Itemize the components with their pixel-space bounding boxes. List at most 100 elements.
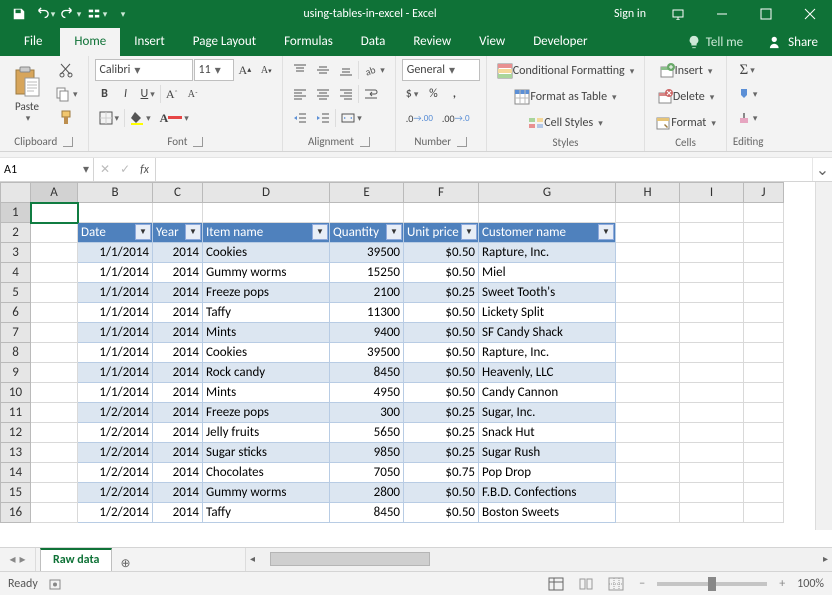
close-icon[interactable] [788,0,832,28]
cell-B8[interactable]: 1/1/2014 [78,343,153,363]
cell-H9[interactable] [616,363,680,383]
cell-A9[interactable] [31,363,78,383]
conditional-formatting-button[interactable]: Conditional Formatting▾ [493,59,638,83]
cell-J4[interactable] [744,263,784,283]
cell-I9[interactable] [680,363,744,383]
cell-B7[interactable]: 1/1/2014 [78,323,153,343]
cell-H2[interactable] [616,223,680,243]
tab-formulas[interactable]: Formulas [270,28,347,56]
cell-F5[interactable]: $0.25 [404,283,479,303]
col-header-E[interactable]: E [330,183,404,203]
cell-E9[interactable]: 8450 [330,363,404,383]
font-launcher-icon[interactable] [193,137,203,147]
enter-formula-icon[interactable]: ✓ [120,162,130,177]
col-header-C[interactable]: C [153,183,203,203]
cell-H1[interactable] [616,203,680,223]
increase-decimal-icon[interactable]: .0→.00 [402,107,437,129]
col-header-B[interactable]: B [78,183,153,203]
cell-E15[interactable]: 2800 [330,483,404,503]
cell-A12[interactable] [31,423,78,443]
cell-C12[interactable]: 2014 [153,423,203,443]
undo-icon[interactable]: ▾ [32,1,58,27]
cell-B12[interactable]: 1/2/2014 [78,423,153,443]
cell-F2[interactable]: Unit price▼ [404,223,479,243]
row-header-4[interactable]: 4 [1,263,31,283]
cell-I6[interactable] [680,303,744,323]
cell-F9[interactable]: $0.50 [404,363,479,383]
cell-F3[interactable]: $0.50 [404,243,479,263]
cell-C5[interactable]: 2014 [153,283,203,303]
cell-I7[interactable] [680,323,744,343]
cell-D13[interactable]: Sugar sticks [203,443,330,463]
cell-H15[interactable] [616,483,680,503]
share-button[interactable]: Share [755,35,832,50]
underline-button[interactable]: U▾ [137,83,159,105]
autosum-icon[interactable]: Σ▾ [733,59,762,81]
bold-button[interactable]: B [95,83,115,105]
cell-D8[interactable]: Cookies [203,343,330,363]
cell-F1[interactable] [404,203,479,223]
fx-icon[interactable]: fx [140,163,149,177]
cell-B15[interactable]: 1/2/2014 [78,483,153,503]
cell-C8[interactable]: 2014 [153,343,203,363]
vertical-scrollbar[interactable] [815,182,832,530]
qat-customize-icon[interactable]: ▾ [110,1,136,27]
cancel-formula-icon[interactable]: ✕ [100,162,110,177]
increase-indent-icon[interactable] [312,107,334,129]
cell-G11[interactable]: Sugar, Inc. [479,403,616,423]
sheet-nav[interactable]: ◂▸ [0,548,36,571]
cell-J5[interactable] [744,283,784,303]
cell-B6[interactable]: 1/1/2014 [78,303,153,323]
number-format-combo[interactable]: General▾ [402,59,480,81]
wrap-text-icon[interactable] [360,83,382,105]
decrease-decimal-icon[interactable]: .00→.0 [438,107,474,129]
row-header-15[interactable]: 15 [1,483,31,503]
cell-A15[interactable] [31,483,78,503]
cell-I12[interactable] [680,423,744,443]
cell-G14[interactable]: Pop Drop [479,463,616,483]
decrease-font-alt-icon[interactable]: Aˇ [183,83,203,105]
cell-B9[interactable]: 1/1/2014 [78,363,153,383]
italic-button[interactable]: I [116,83,136,105]
cell-F14[interactable]: $0.75 [404,463,479,483]
number-launcher-icon[interactable] [457,137,467,147]
row-header-10[interactable]: 10 [1,383,31,403]
filter-icon[interactable]: ▼ [185,224,201,240]
cell-B11[interactable]: 1/2/2014 [78,403,153,423]
cell-G12[interactable]: Snack Hut [479,423,616,443]
align-left-icon[interactable] [289,83,311,105]
cell-C14[interactable]: 2014 [153,463,203,483]
row-header-1[interactable]: 1 [1,203,31,223]
worksheet-grid[interactable]: ABCDEFGHIJ12Date▼Year▼Item name▼Quantity… [0,182,832,547]
font-size-combo[interactable]: 11▾ [194,59,234,81]
cell-C2[interactable]: Year▼ [153,223,203,243]
tab-home[interactable]: Home [60,28,120,56]
cell-F11[interactable]: $0.25 [404,403,479,423]
cell-J3[interactable] [744,243,784,263]
align-top-icon[interactable] [289,59,311,81]
cell-J10[interactable] [744,383,784,403]
cell-J14[interactable] [744,463,784,483]
cell-A5[interactable] [31,283,78,303]
cell-A11[interactable] [31,403,78,423]
cell-E5[interactable]: 2100 [330,283,404,303]
align-middle-icon[interactable] [312,59,334,81]
cell-E1[interactable] [330,203,404,223]
cell-G15[interactable]: F.B.D. Confections [479,483,616,503]
col-header-I[interactable]: I [680,183,744,203]
cell-F16[interactable]: $0.50 [404,503,479,523]
cell-J11[interactable] [744,403,784,423]
cell-E8[interactable]: 39500 [330,343,404,363]
cell-J2[interactable] [744,223,784,243]
zoom-slider[interactable] [657,582,767,586]
redo-icon[interactable]: ▾ [58,1,84,27]
tab-review[interactable]: Review [399,28,465,56]
minimize-icon[interactable] [700,0,744,28]
formula-bar-expand-icon[interactable]: ⌄ [812,158,832,181]
cell-I15[interactable] [680,483,744,503]
cell-F10[interactable]: $0.50 [404,383,479,403]
cell-H4[interactable] [616,263,680,283]
col-header-H[interactable]: H [616,183,680,203]
cell-G16[interactable]: Boston Sweets [479,503,616,523]
font-name-combo[interactable]: Calibri▾ [95,59,193,81]
